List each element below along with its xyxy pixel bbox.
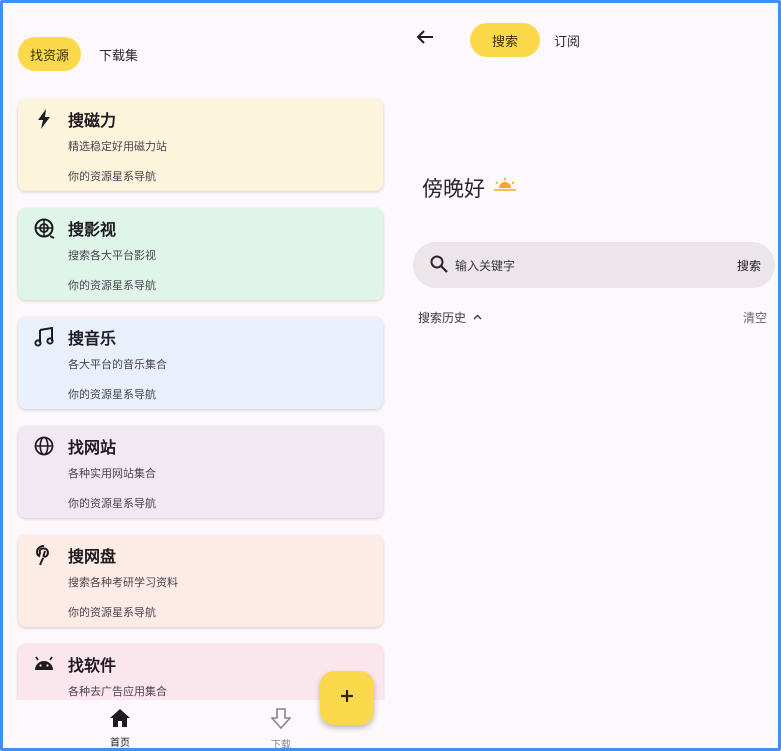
tab-downloads[interactable]: 下载集	[87, 37, 150, 71]
search-icon	[430, 255, 448, 277]
card-description: 各种去广告应用集合	[68, 685, 167, 698]
card-title: 搜网盘	[68, 547, 117, 566]
film-reel-icon	[33, 217, 55, 239]
card-description: 搜索各种考研学习资料	[68, 576, 178, 589]
add-fab-button[interactable]	[320, 671, 374, 725]
lightning-icon	[33, 108, 55, 130]
card-magnet-search[interactable]: 搜磁力 精选稳定好用磁力站 你的资源星系导航	[18, 99, 383, 191]
card-title: 找网站	[68, 438, 117, 457]
nav-home-label: 首页	[110, 738, 130, 749]
pinterest-icon	[33, 544, 55, 566]
search-history-toggle[interactable]: 搜索历史	[418, 309, 482, 326]
card-music-search[interactable]: 搜音乐 各大平台的音乐集合 你的资源星系导航	[18, 317, 383, 409]
card-subtitle: 你的资源星系导航	[68, 606, 156, 619]
clear-history-button[interactable]: 清空	[743, 309, 767, 326]
plus-icon	[339, 688, 355, 708]
left-pane: 找资源 下载集 搜磁力 精选稳定好用磁力站 你的资源星系导航 搜影视 搜索各大平…	[3, 3, 395, 748]
app-window: 找资源 下载集 搜磁力 精选稳定好用磁力站 你的资源星系导航 搜影视 搜索各大平…	[0, 0, 781, 751]
right-pane: 搜索 订阅 傍晚好 输入关键字 搜索 搜索历史 清空	[395, 3, 778, 748]
card-video-search[interactable]: 搜影视 搜索各大平台影视 你的资源星系导航	[18, 208, 383, 300]
home-icon	[109, 708, 131, 732]
sunset-icon	[493, 178, 517, 198]
nav-home[interactable]: 首页	[90, 708, 150, 749]
card-subtitle: 你的资源星系导航	[68, 279, 156, 292]
card-description: 各种实用网站集合	[68, 467, 156, 480]
search-bar[interactable]: 输入关键字 搜索	[413, 242, 775, 288]
card-subtitle: 你的资源星系导航	[68, 170, 156, 183]
card-title: 搜磁力	[68, 111, 117, 130]
nav-download-label: 下载	[271, 740, 291, 751]
download-icon	[270, 708, 292, 734]
card-subtitle: 你的资源星系导航	[68, 388, 156, 401]
card-description: 搜索各大平台影视	[68, 249, 156, 262]
card-find-websites[interactable]: 找网站 各种实用网站集合 你的资源星系导航	[18, 426, 383, 518]
greeting-text: 傍晚好	[422, 177, 485, 201]
tab-find-resources[interactable]: 找资源	[18, 37, 82, 71]
greeting: 傍晚好	[422, 173, 517, 203]
tab-search[interactable]: 搜索	[470, 23, 541, 57]
nav-download[interactable]: 下载	[251, 708, 311, 751]
card-subtitle: 你的资源星系导航	[68, 497, 156, 510]
music-note-icon	[33, 326, 55, 348]
search-button[interactable]: 搜索	[737, 257, 761, 274]
right-tab-bar: 搜索 订阅	[470, 23, 594, 57]
back-button[interactable]	[413, 27, 437, 51]
arrow-left-icon	[416, 29, 434, 49]
chevron-up-icon	[473, 312, 482, 323]
left-tab-bar: 找资源 下载集	[18, 37, 156, 71]
android-icon	[33, 653, 55, 675]
card-title: 搜音乐	[68, 329, 117, 348]
globe-icon	[33, 435, 55, 457]
search-input[interactable]: 输入关键字	[455, 257, 515, 274]
search-history-label: 搜索历史	[418, 311, 467, 325]
card-cloud-drive-search[interactable]: 搜网盘 搜索各种考研学习资料 你的资源星系导航	[18, 535, 383, 627]
card-description: 各大平台的音乐集合	[68, 358, 167, 371]
card-title: 搜影视	[68, 220, 117, 239]
card-title: 找软件	[68, 656, 117, 675]
card-description: 精选稳定好用磁力站	[68, 140, 167, 153]
tab-subscribe[interactable]: 订阅	[540, 23, 594, 57]
